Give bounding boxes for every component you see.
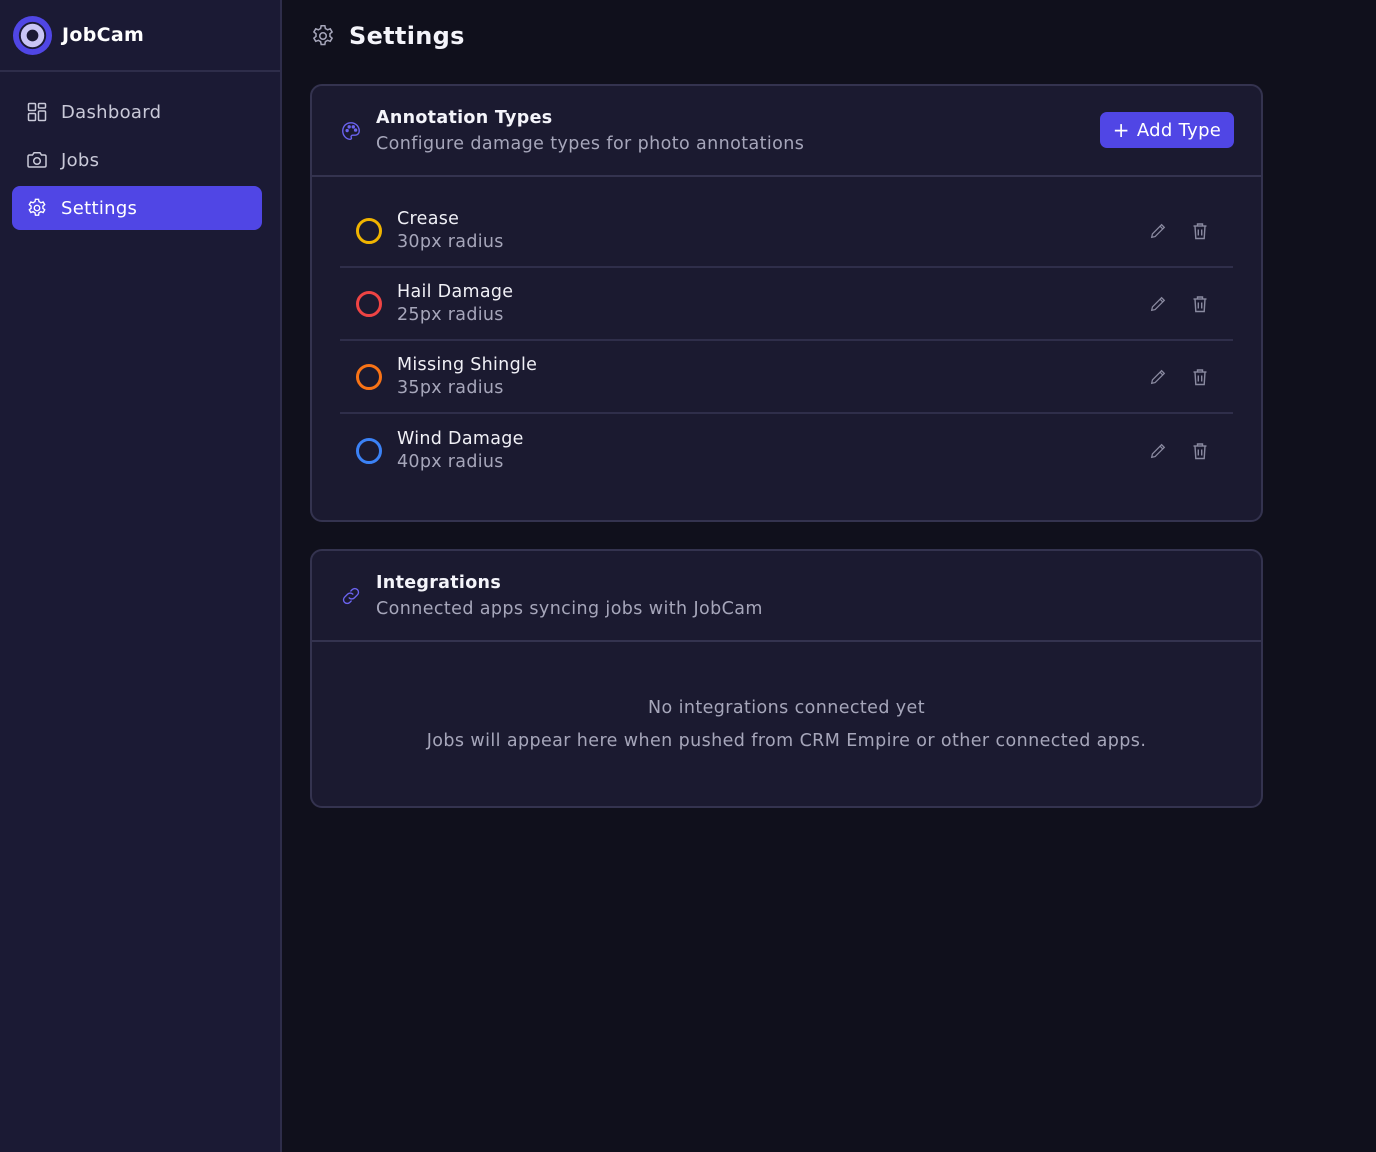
type-name: Hail Damage xyxy=(397,282,514,302)
gear-icon xyxy=(26,197,48,219)
trash-icon[interactable] xyxy=(1189,293,1211,315)
annotation-types-card: Annotation Types Configure damage types … xyxy=(310,84,1263,522)
trash-icon[interactable] xyxy=(1189,366,1211,388)
sidebar-item-settings[interactable]: Settings xyxy=(12,186,262,230)
edit-icon[interactable] xyxy=(1147,293,1169,315)
type-radius: 40px radius xyxy=(397,452,504,472)
type-name: Wind Damage xyxy=(397,429,524,449)
camera-lens-logo-icon xyxy=(12,15,53,55)
add-type-button[interactable]: + Add Type xyxy=(1100,112,1234,148)
integrations-card: Integrations Connected apps syncing jobs… xyxy=(310,549,1263,808)
empty-state: No integrations connected yet Jobs will … xyxy=(312,642,1261,751)
type-name: Crease xyxy=(397,209,460,229)
annotation-types-list: Crease 30px radius Hail Damage 25px radi xyxy=(312,177,1261,487)
trash-icon[interactable] xyxy=(1189,440,1211,462)
empty-state-title: No integrations connected yet xyxy=(648,698,925,718)
brand[interactable]: JobCam xyxy=(0,0,280,72)
card-subtitle: Connected apps syncing jobs with JobCam xyxy=(376,598,763,619)
gear-icon xyxy=(312,24,334,46)
card-header: Integrations Connected apps syncing jobs… xyxy=(312,551,1261,642)
sidebar-item-dashboard[interactable]: Dashboard xyxy=(12,90,262,134)
link-icon xyxy=(342,587,360,604)
type-name: Missing Shingle xyxy=(397,355,538,375)
add-type-label: Add Type xyxy=(1136,119,1222,141)
list-item: Crease 30px radius xyxy=(340,195,1233,268)
edit-icon[interactable] xyxy=(1147,440,1169,462)
card-header: Annotation Types Configure damage types … xyxy=(312,86,1261,177)
plus-icon: + xyxy=(1112,118,1130,142)
page-header: Settings xyxy=(310,22,465,50)
type-radius: 35px radius xyxy=(397,378,504,398)
list-item: Missing Shingle 35px radius xyxy=(340,341,1233,414)
type-radius: 25px radius xyxy=(397,305,504,325)
sidebar: JobCam Dashboard Jobs Settings xyxy=(0,0,282,1152)
sidebar-item-label: Dashboard xyxy=(61,101,162,123)
card-title: Integrations xyxy=(376,572,502,593)
main-content: Settings Annotation Types Configure dama… xyxy=(282,0,1376,1152)
color-ring-icon xyxy=(356,363,382,390)
edit-icon[interactable] xyxy=(1147,220,1169,242)
list-item: Wind Damage 40px radius xyxy=(340,414,1233,487)
camera-icon xyxy=(26,149,48,171)
page-title: Settings xyxy=(349,22,465,50)
color-ring-icon xyxy=(356,217,382,244)
color-ring-icon xyxy=(356,437,382,464)
sidebar-nav: Dashboard Jobs Settings xyxy=(0,72,280,230)
color-ring-icon xyxy=(356,290,382,317)
palette-icon xyxy=(342,121,360,140)
app-name: JobCam xyxy=(62,24,145,46)
sidebar-item-label: Jobs xyxy=(61,149,100,171)
card-title: Annotation Types xyxy=(376,107,553,128)
empty-state-message: Jobs will appear here when pushed from C… xyxy=(426,731,1147,751)
edit-icon[interactable] xyxy=(1147,366,1169,388)
grid-icon xyxy=(26,101,48,123)
card-subtitle: Configure damage types for photo annotat… xyxy=(376,133,805,154)
type-radius: 30px radius xyxy=(397,232,504,252)
sidebar-item-label: Settings xyxy=(61,197,138,219)
list-item: Hail Damage 25px radius xyxy=(340,268,1233,341)
sidebar-item-jobs[interactable]: Jobs xyxy=(12,138,262,182)
trash-icon[interactable] xyxy=(1189,220,1211,242)
